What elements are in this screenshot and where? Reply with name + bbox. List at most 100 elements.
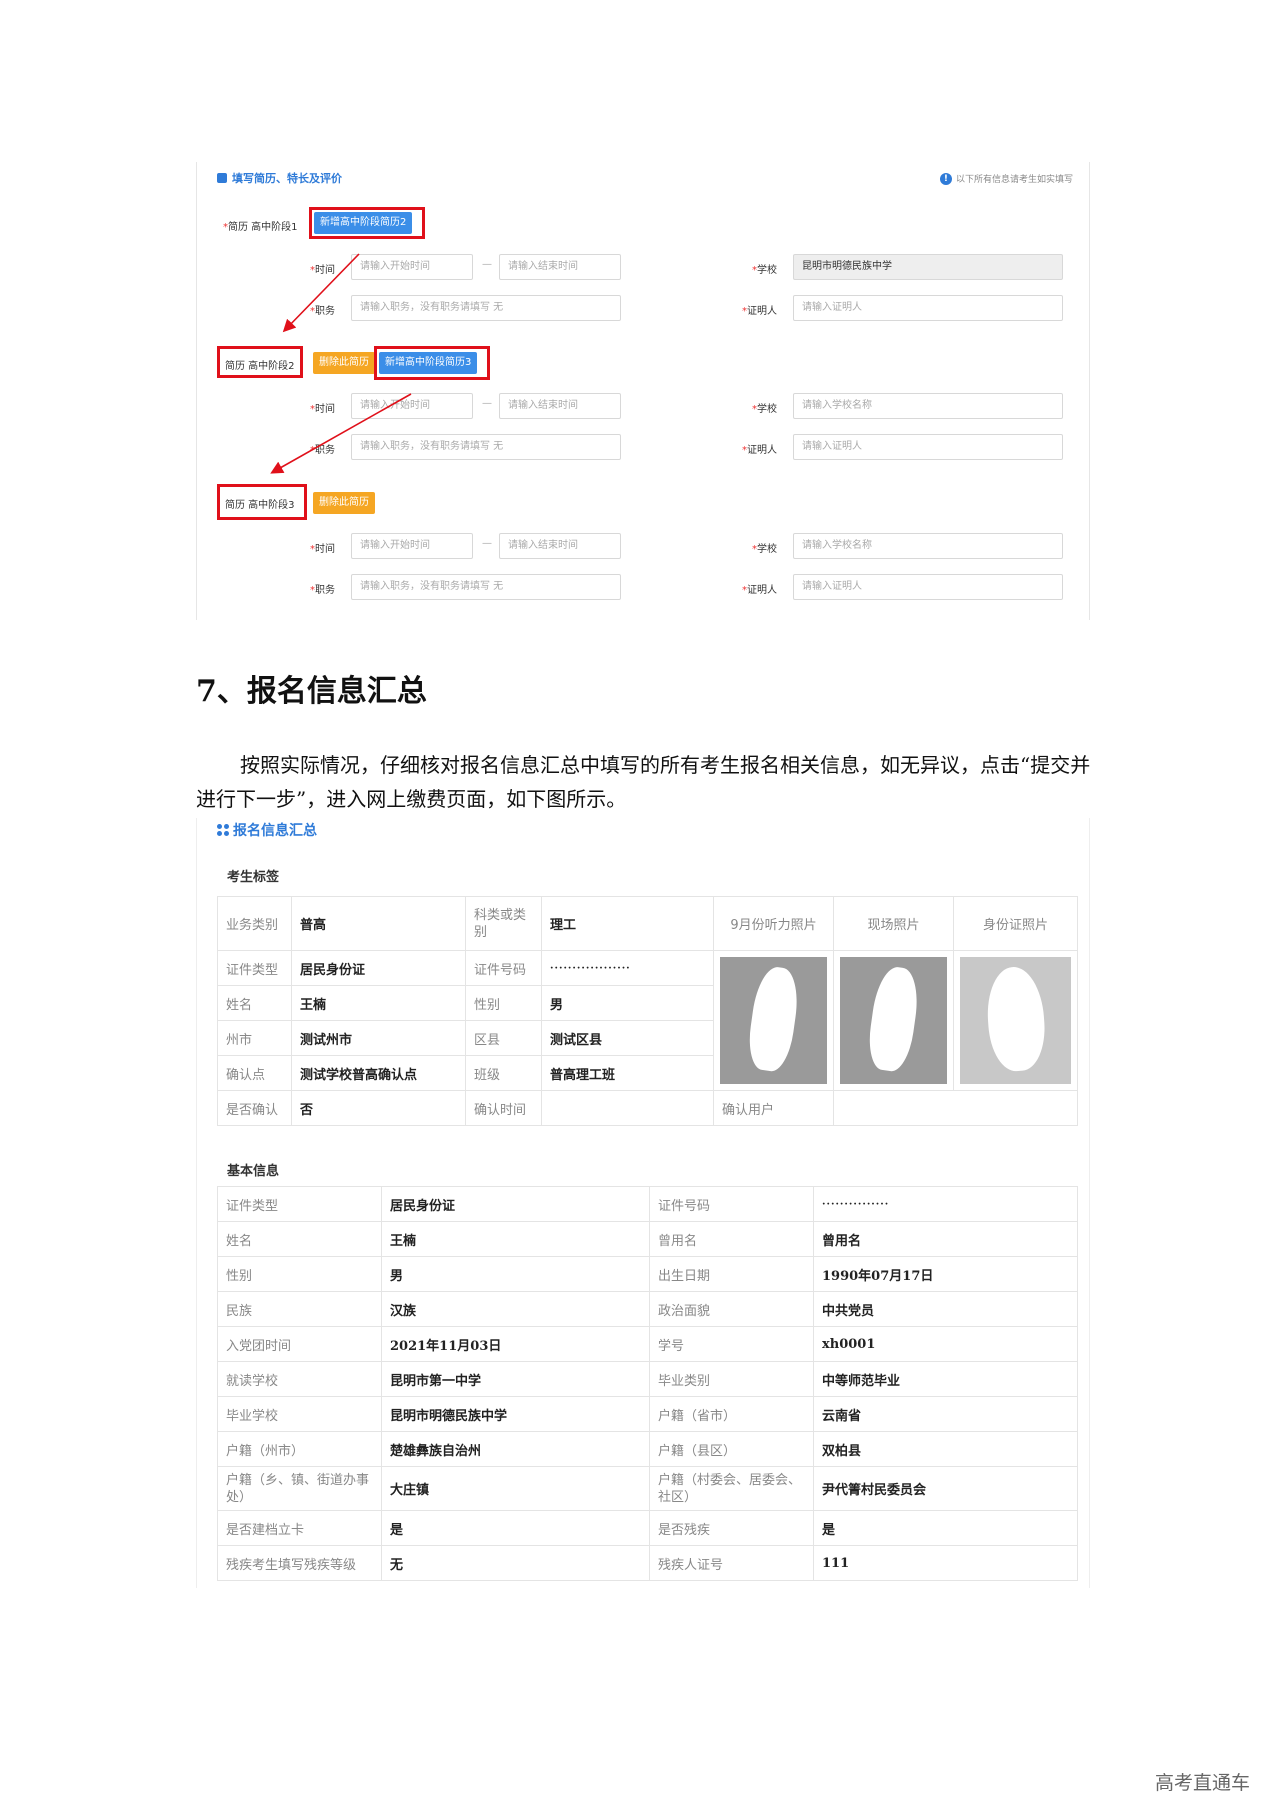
table-cell: 证件号码 [465,950,542,986]
form-note-text: 以下所有信息请考生如实填写 [955,175,1073,185]
start-time-input[interactable]: 请输入开始时间 [351,254,473,280]
school-input[interactable]: 请输入学校名称 [793,533,1063,559]
stage-1-label: *简历 高中阶段1 [223,222,298,233]
table-cell: 区县 [465,1020,542,1056]
table-row: 毕业学校 昆明市明德民族中学 户籍（省市） 云南省 [217,1396,1078,1432]
time-label: *时间 [310,404,335,415]
end-time-input[interactable]: 请输入结束时间 [499,533,621,559]
table-cell: 姓名 [217,985,292,1021]
instruction-paragraph: 按照实际情况，仔细核对报名信息汇总中填写的所有考生报名相关信息，如无异议，点击“… [196,753,1091,811]
table-row: 残疾考生填写残疾等级无残疾人证号 111 [217,1545,1078,1581]
resume-form-header: 填写简历、特长及评价 [217,170,342,186]
table-cell: 无 [381,1545,650,1581]
photo-placeholder [840,957,947,1084]
table-cell: 男 [381,1256,650,1292]
table-cell: 户籍（州市） [217,1431,382,1467]
end-time-input[interactable]: 请输入结束时间 [499,254,621,280]
table-cell: 昆明市第一中学 [381,1361,650,1397]
basic-section-title: 基本信息 [227,1164,280,1179]
delete-stage-2-button[interactable]: 删除此简历 [313,352,375,374]
table-cell: 云南省 [813,1396,1078,1432]
table-cell [833,1090,1078,1126]
form-icon [217,173,227,183]
table-cell: 111 [813,1545,1078,1581]
table-cell: 户籍（省市） [649,1396,814,1432]
table-cell: 2021年11月03日 [381,1326,650,1362]
position-input[interactable]: 请输入职务，没有职务请填写 无 [351,434,621,460]
table-cell: 证件号码 [649,1186,814,1222]
start-time-input[interactable]: 请输入开始时间 [351,393,473,419]
position-input[interactable]: 请输入职务，没有职务请填写 无 [351,574,621,600]
table-cell: ·················· [541,950,714,986]
table-cell: 测试区县 [541,1020,714,1056]
delete-stage-3-button[interactable]: 删除此简历 [313,492,375,514]
witness-input[interactable]: 请输入证明人 [793,295,1063,321]
info-icon: ! [939,172,952,185]
resume-form-screenshot: 填写简历、特长及评价 ! 以下所有信息请考生如实填写 *简历 高中阶段1 新增高… [196,162,1090,620]
table-cell: 普高理工班 [541,1055,714,1091]
table-cell: 普高 [291,896,466,951]
school-label: *学校 [752,544,777,555]
table-cell: 是否确认 [217,1090,292,1126]
table-cell: 确认点 [217,1055,292,1091]
table-cell: 确认时间 [465,1090,542,1126]
witness-input[interactable]: 请输入证明人 [793,434,1063,460]
school-label: *学校 [752,265,777,276]
table-cell: 1990年07月17日 [813,1256,1078,1292]
position-input[interactable]: 请输入职务，没有职务请填写 无 [351,295,621,321]
highlight-box [217,484,307,520]
table-cell: 居民身份证 [381,1186,650,1222]
school-input[interactable]: 昆明市明德民族中学 [793,254,1063,280]
witness-label: *证明人 [742,585,777,596]
time-label: *时间 [310,544,335,555]
table-cell: 曾用名 [813,1221,1078,1257]
table-row: 户籍（州市） 楚雄彝族自治州 户籍（县区） 双柏县 [217,1431,1078,1467]
witness-input[interactable]: 请输入证明人 [793,574,1063,600]
table-cell: 大庄镇 [381,1466,650,1511]
witness-label: *证明人 [742,306,777,317]
table-row: 姓名 王楠 曾用名 曾用名 [217,1221,1078,1257]
table-cell: 居民身份证 [291,950,466,986]
table-cell: 王楠 [291,985,466,1021]
school-input[interactable]: 请输入学校名称 [793,393,1063,419]
summary-title-text: 报名信息汇总 [233,823,317,839]
witness-label: *证明人 [742,445,777,456]
table-cell: 9月份听力照片 [713,896,834,951]
table-row: 是否建档立卡是是否残疾是 [217,1510,1078,1546]
table-cell: 户籍（村委会、居委会、社区） [649,1466,814,1511]
table-cell [541,1090,714,1126]
table-cell: 证件类型 [217,950,292,986]
table-cell: 是 [381,1510,650,1546]
table-cell: 双柏县 [813,1431,1078,1467]
table-cell: 证件类型 [217,1186,382,1222]
school-label: *学校 [752,404,777,415]
table-cell: 王楠 [381,1221,650,1257]
table-cell: 班级 [465,1055,542,1091]
table-cell: 是否建档立卡 [217,1510,382,1546]
table-cell: 是否残疾 [649,1510,814,1546]
position-label: *职务 [310,306,335,317]
highlight-box [374,346,490,380]
table-cell: 现场照片 [833,896,954,951]
position-label: *职务 [310,445,335,456]
table-cell: 姓名 [217,1221,382,1257]
table-cell: 毕业学校 [217,1396,382,1432]
highlight-box [309,207,425,239]
table-cell: ··············· [813,1186,1078,1222]
table-cell: 汉族 [381,1291,650,1327]
table-cell: 中等师范毕业 [813,1361,1078,1397]
grid-icon [217,824,229,836]
basic-info-table: 证件类型 居民身份证 证件号码 ··············· 姓名 王楠 曾用名 曾用名 性别… [217,1186,1078,1581]
end-time-input[interactable]: 请输入结束时间 [499,393,621,419]
id-card-photo [953,950,1078,1091]
range-dash: — [482,538,492,549]
table-cell: 就读学校 [217,1361,382,1397]
start-time-input[interactable]: 请输入开始时间 [351,533,473,559]
table-cell: 性别 [465,985,542,1021]
table-cell: 性别 [217,1256,382,1292]
onsite-photo [833,950,954,1091]
time-label: *时间 [310,265,335,276]
table-cell: 昆明市明德民族中学 [381,1396,650,1432]
table-cell: 出生日期 [649,1256,814,1292]
table-cell: 确认用户 [713,1090,834,1126]
